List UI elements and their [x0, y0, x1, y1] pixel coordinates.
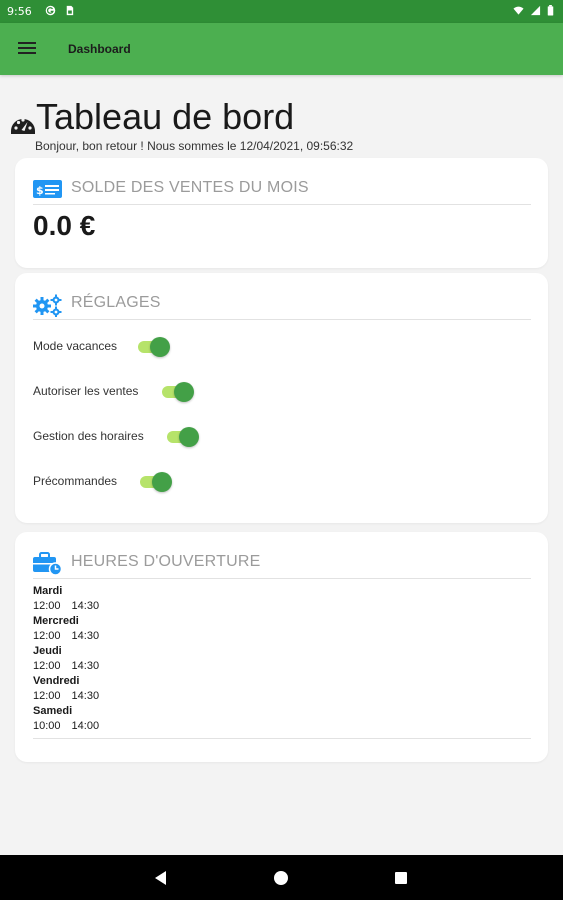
sales-card-title: SOLDE DES VENTES DU MOIS [71, 179, 309, 196]
day-name: Samedi [33, 705, 73, 717]
app-bar-title: Dashboard [68, 42, 131, 56]
setting-label: Précommandes [33, 474, 118, 488]
settings-card-header: RÉGLAGES [33, 291, 531, 320]
opening-hours-list: Mardi 12:00 14:30 Mercredi 12:00 14:30 Jeu… [33, 584, 531, 734]
day-hours: 12:00 14:30 [33, 599, 531, 614]
wifi-icon [513, 5, 524, 16]
settings-card-title: RÉGLAGES [71, 294, 161, 311]
day-entry: Vendredi 12:00 14:30 [33, 674, 531, 704]
sales-card-header: $ SOLDE DES VENTES DU MOIS [33, 176, 531, 205]
speedometer-icon [10, 113, 36, 135]
setting-label: Mode vacances [33, 339, 118, 353]
open-time: 12:00 [33, 690, 61, 702]
setting-label: Autoriser les ventes [33, 384, 139, 398]
notification-g-icon [45, 5, 56, 16]
opening-hours-card: HEURES D'OUVERTURE Mardi 12:00 14:30 Merc… [15, 532, 548, 762]
day-hours: 10:00 14:00 [33, 719, 531, 734]
briefcase-clock-icon [33, 552, 63, 576]
greeting-text: Bonjour, bon retour ! Nous sommes le 12/… [35, 139, 354, 153]
svg-text:$: $ [36, 184, 44, 197]
close-time: 14:30 [71, 600, 100, 612]
settings-card: RÉGLAGES Mode vacances Autoriser les ven… [15, 273, 548, 523]
hamburger-menu-icon[interactable] [17, 40, 37, 58]
status-time: 9:56 [7, 5, 32, 18]
open-time: 12:00 [33, 660, 61, 672]
day-name: Vendredi [33, 675, 80, 687]
open-time: 12:00 [33, 600, 61, 612]
money-card-icon: $ [33, 178, 63, 200]
close-time: 14:00 [71, 720, 100, 732]
day-entry: Jeudi 12:00 14:30 [33, 644, 531, 674]
setting-label: Gestion des horaires [33, 429, 144, 443]
day-entry: Samedi 10:00 14:00 [33, 704, 531, 734]
close-time: 14:30 [71, 630, 100, 642]
home-icon[interactable] [272, 869, 290, 887]
close-time: 14:30 [71, 660, 100, 672]
vacation-mode-toggle[interactable] [136, 337, 170, 357]
day-hours: 12:00 14:30 [33, 659, 531, 674]
sales-card: $ SOLDE DES VENTES DU MOIS 0.0 € [15, 158, 548, 268]
app-bar: Dashboard [0, 23, 563, 75]
back-icon[interactable] [152, 869, 170, 887]
divider [33, 738, 531, 739]
opening-hours-card-title: HEURES D'OUVERTURE [71, 553, 261, 570]
day-name: Mardi [33, 585, 63, 597]
status-bar: 9:56 [0, 0, 563, 23]
gears-icon [33, 293, 63, 318]
signal-icon [530, 5, 541, 16]
open-time: 10:00 [33, 720, 61, 732]
day-name: Mercredi [33, 615, 79, 627]
preorders-toggle[interactable] [138, 472, 172, 492]
allow-sales-toggle[interactable] [160, 382, 194, 402]
recents-icon[interactable] [392, 869, 410, 887]
page-title: Tableau de bord [36, 96, 295, 137]
close-time: 14:30 [71, 690, 100, 702]
schedule-management-toggle[interactable] [165, 427, 199, 447]
battery-icon [547, 5, 554, 16]
system-nav-bar [0, 855, 563, 900]
day-hours: 12:00 14:30 [33, 689, 531, 704]
day-hours: 12:00 14:30 [33, 629, 531, 644]
sales-balance-value: 0.0 € [33, 210, 96, 241]
day-name: Jeudi [33, 645, 62, 657]
day-entry: Mercredi 12:00 14:30 [33, 614, 531, 644]
open-time: 12:00 [33, 630, 61, 642]
sim-card-icon [64, 5, 75, 16]
day-entry: Mardi 12:00 14:30 [33, 584, 531, 614]
opening-hours-card-header: HEURES D'OUVERTURE [33, 550, 531, 579]
